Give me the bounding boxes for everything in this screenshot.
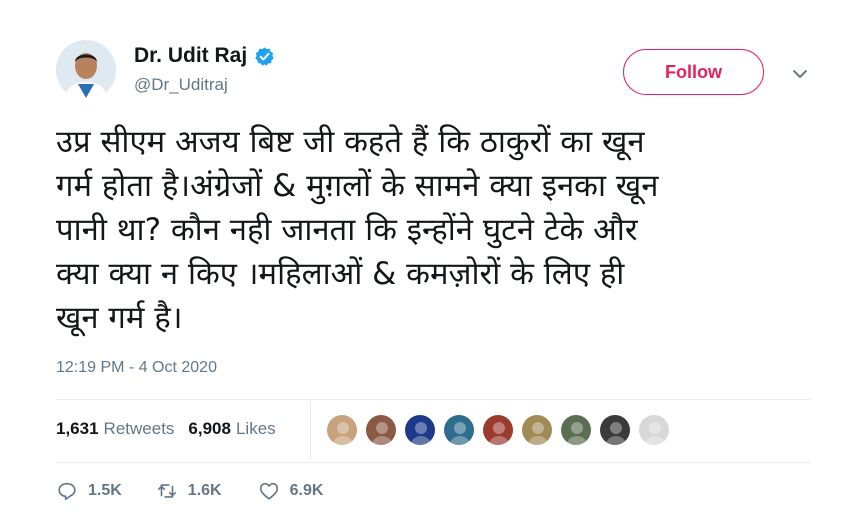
heart-icon <box>259 482 278 500</box>
liker-avatar-icon[interactable] <box>482 414 514 446</box>
liker-avatar-icon[interactable] <box>404 414 436 446</box>
retweets-label: Retweets <box>103 419 175 438</box>
stats-separator <box>310 401 311 459</box>
retweets-stat[interactable]: 1,631 Retweets <box>56 419 174 439</box>
likes-label: Likes <box>235 419 276 438</box>
liker-avatar-icon[interactable] <box>365 414 397 446</box>
likes-stat[interactable]: 6,908 Likes <box>188 419 275 439</box>
liker-avatar-icon[interactable] <box>599 414 631 446</box>
author-info: Dr. Udit Raj @Dr_Uditraj <box>134 44 275 95</box>
tweet-text-line: गर्म होता है।अंग्रेजों & मुग़लों के सामन… <box>56 168 659 204</box>
divider <box>56 399 810 400</box>
tweet-card: Dr. Udit Raj @Dr_Uditraj Follow उप्र सीए… <box>0 0 862 515</box>
liker-avatar-icon[interactable] <box>638 414 670 446</box>
tweet-text-line: क्या क्या न किए ।महिलाओं & कमज़ोरों के ल… <box>56 256 625 292</box>
reply-count: 1.5K <box>88 482 122 499</box>
reply-button[interactable]: 1.5K <box>56 480 122 502</box>
like-button[interactable]: 6.9K <box>258 480 324 502</box>
like-count: 6.9K <box>289 482 324 499</box>
divider <box>56 462 810 463</box>
tweet-text: उप्र सीएम अजय बिष्ट जी कहते हैं कि ठाकुर… <box>56 120 816 340</box>
name-row: Dr. Udit Raj <box>134 44 275 68</box>
retweets-count: 1,631 <box>56 419 99 438</box>
chevron-down-icon[interactable] <box>790 64 810 84</box>
author-display-name[interactable]: Dr. Udit Raj <box>134 44 247 68</box>
tweet-stats: 1,631 Retweets 6,908 Likes <box>56 419 290 439</box>
likers-avatars <box>326 414 670 446</box>
avatar-portrait-icon <box>56 40 116 100</box>
tweet-timestamp[interactable]: 12:19 PM - 4 Oct 2020 <box>56 359 217 377</box>
tweet-text-line: पानी था? कौन नही जानता कि इन्होंने घुटने… <box>56 212 638 248</box>
author-handle[interactable]: @Dr_Uditraj <box>134 75 275 95</box>
tweet-text-line: उप्र सीएम अजय बिष्ट जी कहते हैं कि ठाकुर… <box>56 124 645 160</box>
retweet-count: 1.6K <box>187 482 222 499</box>
retweet-icon <box>157 484 176 498</box>
liker-avatar-icon[interactable] <box>443 414 475 446</box>
retweet-button[interactable]: 1.6K <box>156 480 222 502</box>
verified-badge-icon <box>255 46 274 66</box>
reply-icon <box>58 482 76 501</box>
liker-avatar-icon[interactable] <box>560 414 592 446</box>
author-avatar[interactable] <box>56 40 116 100</box>
tweet-actions: 1.5K 1.6K 6.9K <box>56 480 323 502</box>
tweet-text-line: खून गर्म है। <box>56 300 183 336</box>
follow-button[interactable]: Follow <box>623 49 764 95</box>
liker-avatar-icon[interactable] <box>521 414 553 446</box>
likes-count: 6,908 <box>188 419 231 438</box>
liker-avatar-icon[interactable] <box>326 414 358 446</box>
